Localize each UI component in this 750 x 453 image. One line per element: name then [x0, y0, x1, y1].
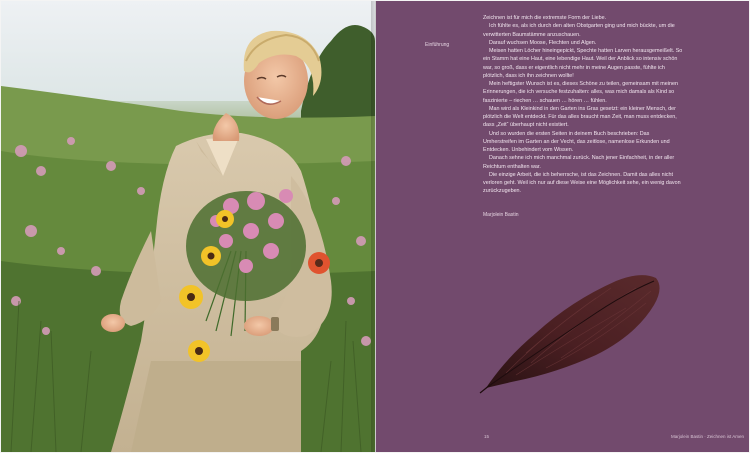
author-signature: Marjolein Bastin — [483, 212, 519, 218]
paragraph: Darauf wuchsen Moose, Flechten und Algen… — [489, 39, 597, 46]
paragraph: Zeichnen ist für mich die extremste Form… — [483, 15, 607, 21]
paragraph: Meisen hatten Löcher hineingepickt, Spec… — [483, 48, 683, 79]
text-page: Einführung Zeichnen ist für mich die ext… — [376, 1, 749, 452]
paragraph: Mein heftigster Wunsch ist es, dieses Sc… — [483, 81, 678, 104]
paragraph: Ich fühlte es, als ich durch den alten O… — [483, 23, 675, 38]
paragraph: Man wird als Kleinkind in den Garten ins… — [483, 105, 677, 129]
section-label: Einführung — [425, 42, 450, 48]
running-footer: Marjolein Bastin · Zeichnen ist Amen — [671, 434, 745, 439]
page-number: 15 — [484, 434, 490, 439]
paragraph: Und so wurden die ersten Seiten in deine… — [483, 130, 670, 154]
feather-illustration — [479, 275, 660, 394]
woman-with-bouquet-photo — [1, 1, 375, 452]
paragraph: Danach sehne ich mich manchmal zurück. N… — [483, 155, 675, 170]
book-spread: Einführung Zeichnen ist für mich die ext… — [1, 1, 749, 452]
photo-page — [1, 1, 375, 452]
body-text: Zeichnen ist für mich die extremste Form… — [483, 14, 683, 196]
paragraph: Die einzige Arbeit, die ich beherrsche, … — [483, 171, 681, 195]
